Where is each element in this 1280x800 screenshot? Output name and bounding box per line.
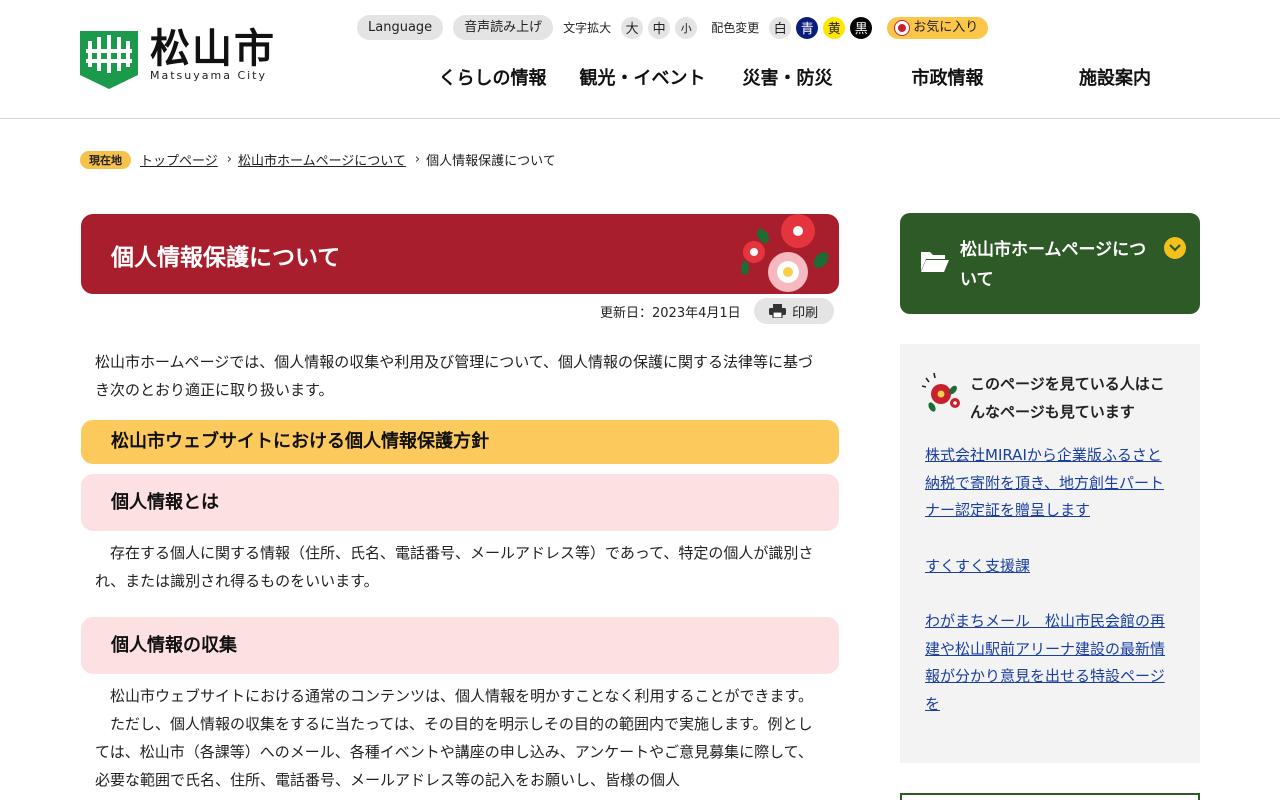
folder-open-icon — [921, 252, 949, 272]
camellia-decoration-icon — [741, 214, 829, 292]
sidebar-next-box — [900, 793, 1200, 800]
subheading-collection: 個人情報の収集 — [81, 617, 839, 674]
color-white-button[interactable]: 白 — [769, 16, 792, 39]
intro-paragraph: 松山市ホームページでは、個人情報の収集や利用及び管理について、個人情報の保護に関… — [95, 353, 814, 399]
city-emblem-icon — [80, 31, 138, 89]
related-pages-box: このページを見ている人はこんなページも見ています 株式会社MIRAIから企業版ふ… — [900, 344, 1200, 763]
nav-city-admin[interactable]: 市政情報 — [865, 64, 1030, 90]
nav-tourism[interactable]: 観光・イベント — [575, 64, 710, 90]
sidebar-category-header[interactable]: 松山市ホームページについて — [900, 213, 1200, 314]
chevron-right-icon: › — [414, 152, 421, 167]
global-nav: くらしの情報 観光・イベント 災害・防災 市政情報 施設案内 — [410, 64, 1200, 90]
nav-disaster[interactable]: 災害・防災 — [710, 64, 865, 90]
related-link-3[interactable]: わがまちメール 松山市民会館の再建や松山駅前アリーナ建設の最新情報が分かり意見を… — [925, 608, 1170, 718]
site-header: 松山市 Matsuyama City Language 音声読み上げ 文字拡大 … — [0, 0, 1280, 119]
color-blue-button[interactable]: 青 — [796, 16, 819, 39]
section-heading-policy: 松山市ウェブサイトにおける個人情報保護方針 — [81, 420, 839, 464]
page-meta: 更新日：2023年4月1日 印刷 — [600, 298, 834, 324]
logo-subtitle: Matsuyama City — [150, 69, 268, 82]
updated-date: 更新日：2023年4月1日 — [600, 305, 741, 321]
site-logo[interactable]: 松山市 Matsuyama City — [80, 27, 276, 89]
read-aloud-button[interactable]: 音声読み上げ — [453, 15, 554, 40]
sidebar-category-title: 松山市ホームページについて — [960, 240, 1147, 290]
text-size-medium-button[interactable]: 中 — [648, 16, 671, 39]
camellia-icon — [921, 372, 960, 412]
page-title: 個人情報保護について — [111, 245, 341, 271]
breadcrumb-about-site[interactable]: 松山市ホームページについて — [238, 150, 406, 169]
related-pages-title: このページを見ている人はこんなページも見ています — [970, 375, 1165, 421]
breadcrumb-top[interactable]: トップページ — [140, 150, 218, 169]
text-size-small-button[interactable]: 小 — [675, 16, 698, 39]
nav-living[interactable]: くらしの情報 — [410, 64, 575, 90]
color-change-label: 配色変更 — [711, 21, 760, 35]
main-content: 松山市ホームページでは、個人情報の収集や利用及び管理について、個人情報の保護に関… — [81, 348, 839, 794]
related-links: 株式会社MIRAIから企業版ふるさと納税で寄附を頂き、地方創生パートナー認定証を… — [925, 442, 1170, 746]
text-size-large-button[interactable]: 大 — [621, 16, 644, 39]
printer-icon — [769, 304, 787, 318]
favorite-button[interactable]: お気に入り — [887, 16, 989, 39]
text-size-label: 文字拡大 — [563, 21, 612, 35]
related-link-2[interactable]: すくすく支援課 — [925, 553, 1170, 581]
color-yellow-button[interactable]: 黄 — [823, 16, 846, 39]
print-label: 印刷 — [792, 305, 819, 321]
collection-paragraph-2: ただし、個人情報の収集をするに当たっては、その目的を明示しその目的の範囲内で実施… — [95, 715, 813, 789]
collection-paragraph-1: 松山市ウェブサイトにおける通常のコンテンツは、個人情報を明かすことなく利用するこ… — [95, 687, 814, 705]
language-button[interactable]: Language — [357, 15, 444, 40]
chevron-down-icon[interactable] — [1164, 237, 1186, 259]
chevron-right-icon: › — [226, 152, 232, 167]
logo-title: 松山市 — [150, 26, 276, 72]
camellia-icon — [895, 20, 910, 35]
page-title-banner: 個人情報保護について — [81, 214, 839, 294]
breadcrumb: 現在地 トップページ › 松山市ホームページについて › 個人情報保護について — [80, 150, 556, 169]
personal-info-definition: 存在する個人に関する情報（住所、氏名、電話番号、メールアドレス等）であって、特定… — [95, 544, 814, 590]
color-black-button[interactable]: 黒 — [850, 16, 873, 39]
print-button[interactable]: 印刷 — [753, 298, 834, 324]
favorite-label: お気に入り — [913, 19, 979, 35]
current-location-badge: 現在地 — [80, 150, 131, 169]
subheading-what-is-personal-info: 個人情報とは — [81, 474, 839, 531]
nav-facilities[interactable]: 施設案内 — [1030, 64, 1200, 90]
breadcrumb-current: 個人情報保護について — [426, 154, 556, 169]
related-link-1[interactable]: 株式会社MIRAIから企業版ふるさと納税で寄附を頂き、地方創生パートナー認定証を… — [925, 442, 1170, 525]
utility-bar: Language 音声読み上げ 文字拡大 大 中 小 配色変更 白 青 黄 黒 … — [357, 15, 989, 40]
